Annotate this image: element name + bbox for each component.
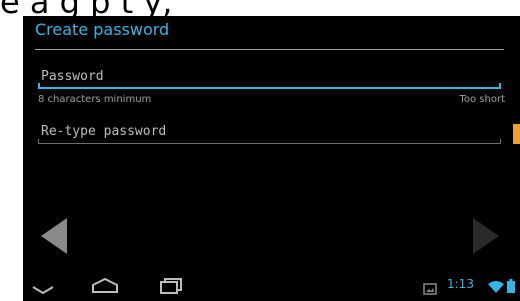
wifi-icon [488,279,504,298]
recent-apps-icon[interactable] [159,277,185,299]
page-title: Create password [35,20,170,39]
password-field[interactable] [41,65,491,87]
retype-field-underline [38,139,501,144]
edge-handle[interactable] [513,124,520,144]
home-icon[interactable] [91,277,119,299]
clock: 1:13 [447,277,474,291]
password-strength-status: Too short [459,94,505,105]
password-field-underline [38,83,501,89]
password-hint: 8 characters minimum [38,94,152,105]
title-divider [35,49,504,50]
system-navigation-bar: 1:13 [23,271,520,301]
left-arrow-icon[interactable] [37,216,69,260]
battery-icon [507,278,515,297]
retype-password-field[interactable] [41,120,491,142]
tablet-screen: Create password 8 characters minimum Too… [23,16,520,301]
right-arrow-icon[interactable] [471,216,503,260]
back-icon[interactable] [31,281,55,300]
picture-icon [423,280,437,299]
